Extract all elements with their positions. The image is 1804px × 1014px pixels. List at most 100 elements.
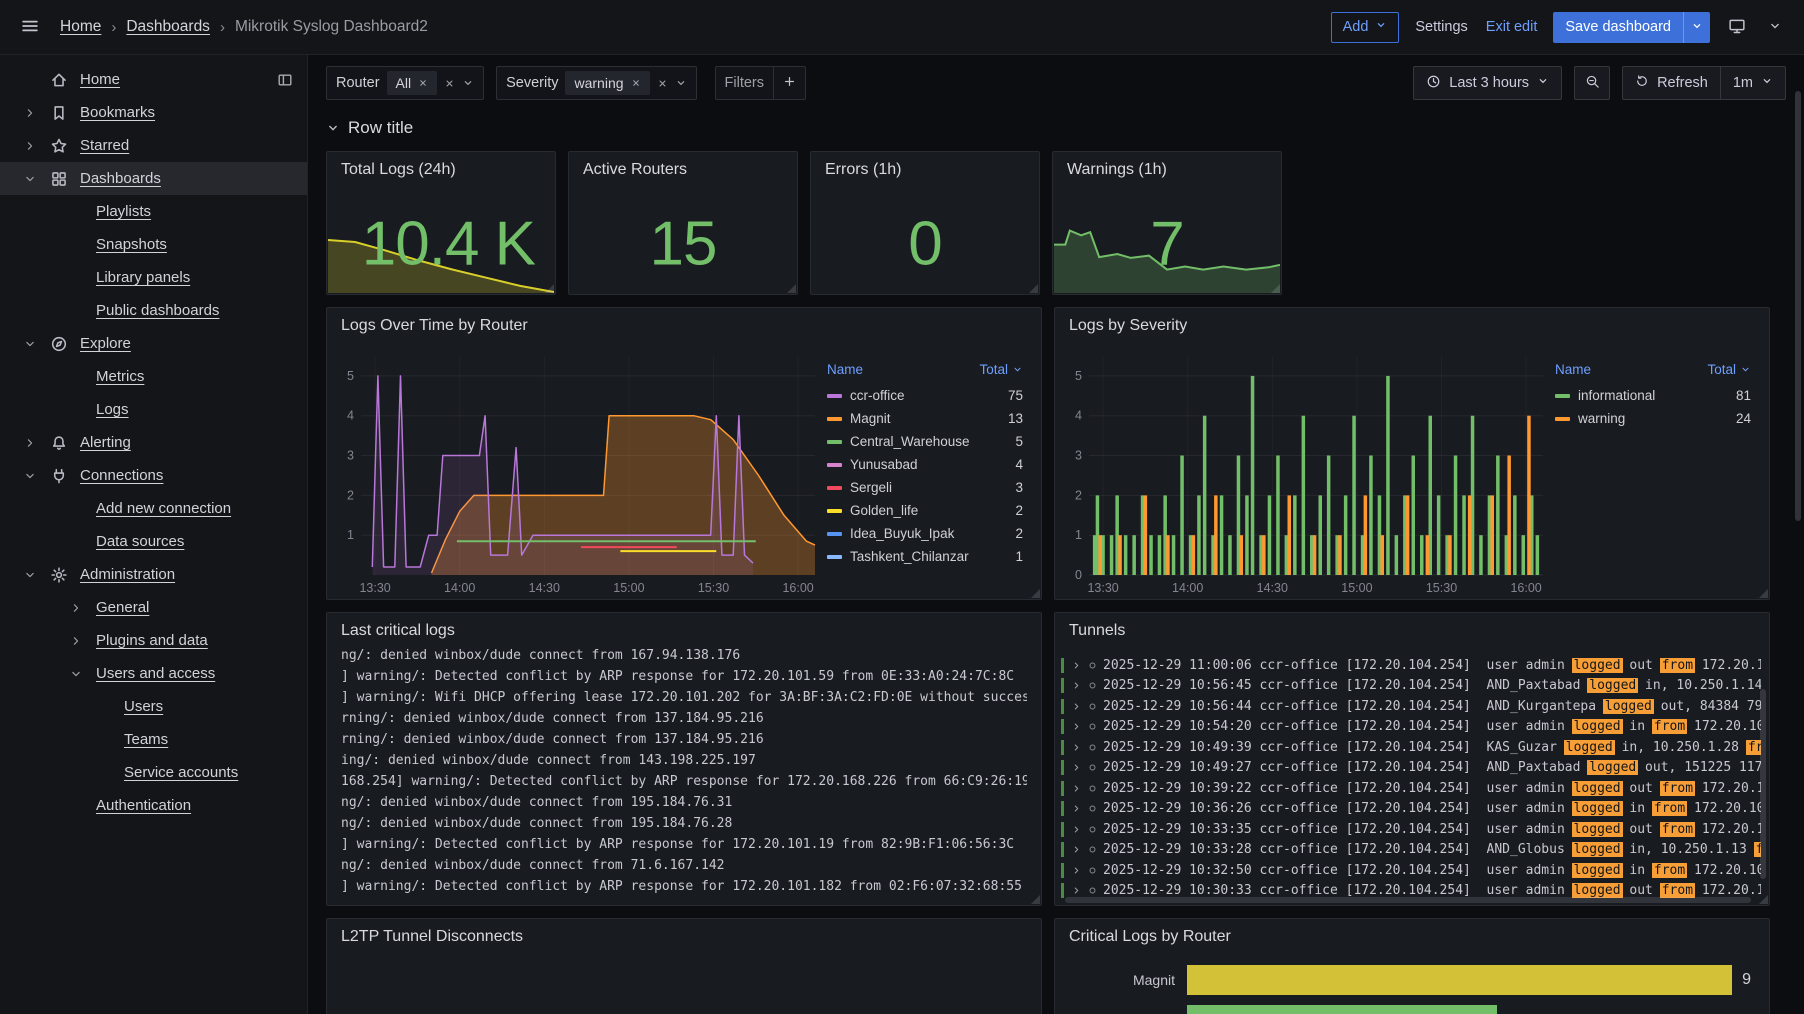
sidebar-link-metrics[interactable]: Metrics	[96, 368, 144, 385]
expand-row-chevron-icon[interactable]	[1071, 865, 1082, 876]
legend-sort-total[interactable]: Total	[1707, 362, 1751, 377]
chevron-right-icon[interactable]	[16, 436, 44, 450]
sidebar-item-authentication[interactable]: Authentication	[0, 789, 307, 822]
tunnel-log-row[interactable]: 2025-12-29 10:32:50 ccr-office [172.20.1…	[1061, 860, 1761, 881]
sidebar-link-authentication[interactable]: Authentication	[96, 797, 191, 814]
sidebar-item-public-dashboards[interactable]: Public dashboards	[0, 294, 307, 327]
chevron-down-icon[interactable]	[16, 172, 44, 186]
sidebar-item-teams[interactable]: Teams	[0, 723, 307, 756]
sidebar-item-explore[interactable]: Explore	[0, 327, 307, 360]
panel-header[interactable]: Errors (1h)	[811, 152, 1039, 188]
sidebar-item-add-new-connection[interactable]: Add new connection	[0, 492, 307, 525]
row-collapse-chevron-icon[interactable]	[326, 121, 340, 135]
sidebar-link-users[interactable]: Users	[124, 698, 163, 715]
legend-row-central-warehouse[interactable]: Central_Warehouse5	[827, 430, 1023, 453]
panel-header[interactable]: Active Routers	[569, 152, 797, 188]
sidebar-link-add-new-connection[interactable]: Add new connection	[96, 500, 231, 517]
sidebar-link-dashboards[interactable]: Dashboards	[80, 170, 161, 187]
sidebar-item-data-sources[interactable]: Data sources	[0, 525, 307, 558]
legend-row-sergeli[interactable]: Sergeli3	[827, 476, 1023, 499]
add-filter-button[interactable]	[773, 66, 805, 100]
sidebar-item-metrics[interactable]: Metrics	[0, 360, 307, 393]
sidebar-link-teams[interactable]: Teams	[124, 731, 168, 748]
sidebar-link-alerting[interactable]: Alerting	[80, 434, 131, 451]
dock-sidebar-icon[interactable]	[277, 72, 293, 88]
sidebar-item-home[interactable]: Home	[0, 63, 307, 96]
sidebar-item-alerting[interactable]: Alerting	[0, 426, 307, 459]
panel-header[interactable]: Total Logs (24h)	[327, 152, 555, 188]
sidebar-link-starred[interactable]: Starred	[80, 137, 129, 154]
remove-value-icon[interactable]	[631, 78, 641, 88]
expand-row-chevron-icon[interactable]	[1071, 824, 1082, 835]
expand-row-chevron-icon[interactable]	[1071, 844, 1082, 855]
legend-row-golden-life[interactable]: Golden_life2	[827, 499, 1023, 522]
expand-row-chevron-icon[interactable]	[1071, 660, 1082, 671]
sidebar-item-plugins-and-data[interactable]: Plugins and data	[0, 624, 307, 657]
tunnel-log-row[interactable]: 2025-12-29 10:33:35 ccr-office [172.20.1…	[1061, 819, 1761, 840]
sidebar-item-logs[interactable]: Logs	[0, 393, 307, 426]
time-range-picker[interactable]: Last 3 hours	[1413, 66, 1562, 100]
chevron-down-icon[interactable]	[16, 469, 44, 483]
filter-severity-value-chip[interactable]: warning	[565, 71, 649, 95]
sidebar-item-administration[interactable]: Administration	[0, 558, 307, 591]
breadcrumb-home[interactable]: Home	[60, 18, 101, 36]
filter-router-value-chip[interactable]: All	[387, 71, 438, 95]
chevron-right-icon[interactable]	[16, 106, 44, 120]
breadcrumb-dashboards[interactable]: Dashboards	[126, 18, 210, 36]
panel-header[interactable]: Last critical logs	[327, 613, 1041, 649]
sidebar-link-general[interactable]: General	[96, 599, 149, 616]
sidebar-item-general[interactable]: General	[0, 591, 307, 624]
zoom-out-time-button[interactable]	[1574, 66, 1610, 100]
panel-horizontal-scrollbar[interactable]	[1065, 897, 1751, 903]
expand-row-chevron-icon[interactable]	[1071, 885, 1082, 896]
sidebar-item-bookmarks[interactable]: Bookmarks	[0, 96, 307, 129]
sidebar-link-snapshots[interactable]: Snapshots	[96, 236, 167, 253]
sidebar-link-library-panels[interactable]: Library panels	[96, 269, 190, 286]
clear-filter-icon[interactable]	[657, 78, 668, 89]
sidebar-link-data-sources[interactable]: Data sources	[96, 533, 184, 550]
legend-row-informational[interactable]: informational81	[1555, 384, 1751, 407]
tunnel-log-row[interactable]: 2025-12-29 10:56:45 ccr-office [172.20.1…	[1061, 676, 1761, 697]
sidebar-item-users-and-access[interactable]: Users and access	[0, 657, 307, 690]
expand-row-chevron-icon[interactable]	[1071, 762, 1082, 773]
expand-row-chevron-icon[interactable]	[1071, 701, 1082, 712]
panel-header[interactable]: Critical Logs by Router	[1055, 919, 1769, 955]
expand-row-chevron-icon[interactable]	[1071, 721, 1082, 732]
panel-header[interactable]: L2TP Tunnel Disconnects	[327, 919, 1041, 955]
sidebar-link-service-accounts[interactable]: Service accounts	[124, 764, 238, 781]
sidebar-link-logs[interactable]: Logs	[96, 401, 129, 418]
expand-row-chevron-icon[interactable]	[1071, 803, 1082, 814]
sidebar-link-home[interactable]: Home	[80, 71, 120, 88]
chevron-right-icon[interactable]	[62, 634, 90, 648]
legend-sort-name[interactable]: Name	[1555, 362, 1591, 377]
sidebar-item-snapshots[interactable]: Snapshots	[0, 228, 307, 261]
mega-menu-toggle-button[interactable]	[16, 12, 44, 43]
legend-row-tashkent-chilanzar[interactable]: Tashkent_Chilanzar1	[827, 545, 1023, 568]
legend-row-ccr-office[interactable]: ccr-office75	[827, 384, 1023, 407]
legend-row-magnit[interactable]: Magnit13	[827, 407, 1023, 430]
sidebar-link-playlists[interactable]: Playlists	[96, 203, 151, 220]
add-button[interactable]: Add	[1331, 12, 1400, 43]
sidebar-item-users[interactable]: Users	[0, 690, 307, 723]
sidebar-link-users-and-access[interactable]: Users and access	[96, 665, 215, 682]
remove-value-icon[interactable]	[418, 78, 428, 88]
bar[interactable]	[1187, 1005, 1497, 1014]
legend-row-warning[interactable]: warning24	[1555, 407, 1751, 430]
sidebar-item-playlists[interactable]: Playlists	[0, 195, 307, 228]
expand-row-chevron-icon[interactable]	[1071, 783, 1082, 794]
legend-sort-total[interactable]: Total	[979, 362, 1023, 377]
tunnel-log-row[interactable]: 2025-12-29 11:00:06 ccr-office [172.20.1…	[1061, 655, 1761, 676]
refresh-button[interactable]: Refresh	[1622, 66, 1721, 100]
chevron-right-icon[interactable]	[16, 139, 44, 153]
sidebar-item-dashboards[interactable]: Dashboards	[0, 162, 307, 195]
save-dashboard-caret-button[interactable]	[1683, 12, 1710, 43]
chevron-down-icon[interactable]	[16, 337, 44, 351]
save-dashboard-button[interactable]: Save dashboard	[1553, 12, 1683, 43]
tunnel-log-row[interactable]: 2025-12-29 10:56:44 ccr-office [172.20.1…	[1061, 696, 1761, 717]
refresh-interval-dropdown[interactable]: 1m	[1720, 66, 1786, 100]
expand-row-chevron-icon[interactable]	[1071, 680, 1082, 691]
panel-header[interactable]: Warnings (1h)	[1053, 152, 1281, 188]
legend-row-idea-buyuk-ipak[interactable]: Idea_Buyuk_Ipak2	[827, 522, 1023, 545]
sidebar-link-plugins-and-data[interactable]: Plugins and data	[96, 632, 208, 649]
collapse-toolbar-button[interactable]	[1764, 15, 1786, 40]
